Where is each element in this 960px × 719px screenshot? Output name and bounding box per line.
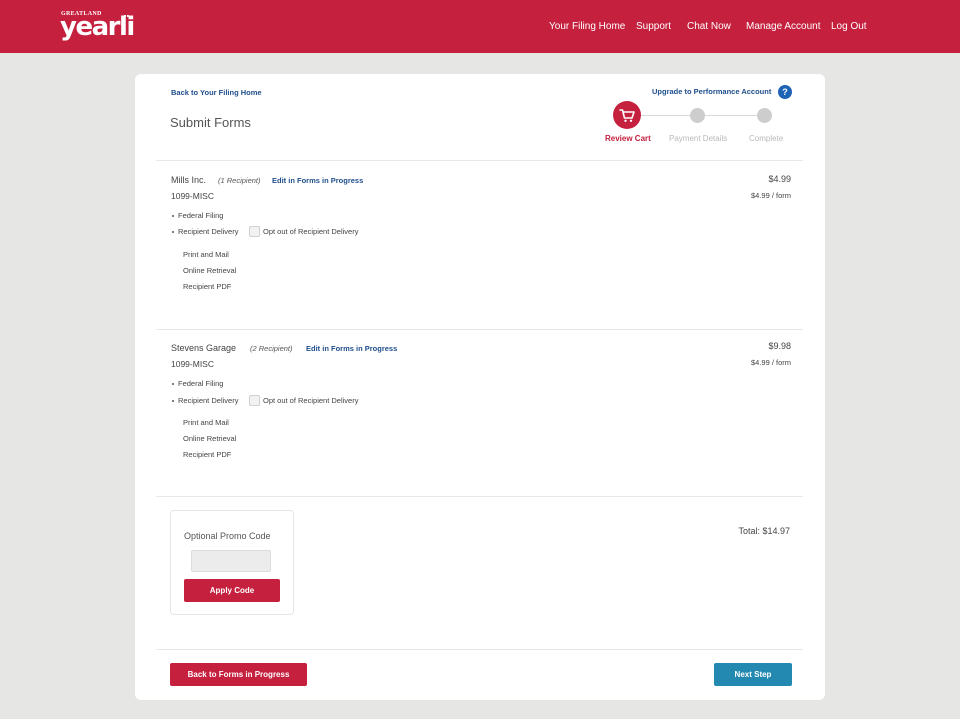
order-total: Total: $14.97 [738,526,790,536]
federal-filing-label: Federal Filing [178,379,224,388]
delivery-option-online-retrieval: Online Retrieval [183,434,237,443]
nav-manage-account[interactable]: Manage Account [746,21,821,32]
section-divider [156,160,803,161]
promo-code-box: Optional Promo Code Apply Code [170,510,294,615]
delivery-option-recipient-pdf: Recipient PDF [183,282,232,291]
federal-filing-label: Federal Filing [178,211,224,220]
step-review-cart-label: Review Cart [605,134,651,143]
back-to-forms-button[interactable]: Back to Forms in Progress [170,663,307,686]
bullet [172,383,174,385]
nav-support[interactable]: Support [636,21,671,32]
order-form-type: 1099-MISC [171,359,214,369]
delivery-option-print-mail: Print and Mail [183,250,229,259]
upgrade-account-link[interactable]: Upgrade to Performance Account [652,87,771,96]
step-complete-circle [757,108,772,123]
order-per-form-price: $4.99 / form [750,358,791,367]
opt-out-checkbox[interactable] [249,226,260,237]
recipient-delivery-label: Recipient Delivery [178,227,239,236]
order-price: $4.99 [768,174,791,184]
step-payment-details-circle [690,108,705,123]
opt-out-label: Opt out of Recipient Delivery [263,227,359,236]
top-navigation-bar: GREATLAND yearli Your Filing Home Suppor… [0,0,960,53]
nav-log-out[interactable]: Log Out [831,21,867,32]
order-company-name: Stevens Garage [171,343,237,353]
edit-in-forms-link[interactable]: Edit in Forms in Progress [306,344,397,353]
order-recipient-count: (1 Recipient) [218,176,261,185]
delivery-option-online-retrieval: Online Retrieval [183,266,237,275]
help-icon[interactable]: ? [778,85,792,99]
bullet [172,400,174,402]
order-form-type: 1099-MISC [171,191,214,201]
back-to-filing-home-link[interactable]: Back to Your Filing Home [171,88,262,97]
order-company-name: Mills Inc. [171,175,207,185]
recipient-delivery-label: Recipient Delivery [178,396,239,405]
section-divider [156,649,803,650]
apply-code-button[interactable]: Apply Code [184,579,280,602]
section-divider [156,496,803,497]
nav-your-filing-home[interactable]: Your Filing Home [549,21,625,32]
bullet [172,231,174,233]
promo-code-title: Optional Promo Code [184,531,271,541]
section-divider [156,329,803,330]
opt-out-label: Opt out of Recipient Delivery [263,396,359,405]
submit-forms-card: Back to Your Filing Home Upgrade to Perf… [135,74,825,700]
delivery-option-print-mail: Print and Mail [183,418,229,427]
shopping-cart-icon [619,109,635,122]
step-payment-details-label: Payment Details [669,134,728,143]
logo-yearli-text: yearli [60,12,135,42]
step-review-cart-circle [613,101,641,129]
order-per-form-price: $4.99 / form [750,191,791,200]
logo-dots [124,15,129,18]
opt-out-checkbox[interactable] [249,395,260,406]
promo-code-input[interactable] [191,550,271,572]
next-step-button[interactable]: Next Step [714,663,792,686]
order-price: $9.98 [768,341,791,351]
edit-in-forms-link[interactable]: Edit in Forms in Progress [272,176,363,185]
order-recipient-count: (2 Recipient) [250,344,293,353]
step-connector-2 [705,115,757,116]
bullet [172,215,174,217]
step-complete-label: Complete [749,134,784,143]
page-title: Submit Forms [170,115,251,130]
delivery-option-recipient-pdf: Recipient PDF [183,450,232,459]
nav-chat-now[interactable]: Chat Now [687,21,731,32]
